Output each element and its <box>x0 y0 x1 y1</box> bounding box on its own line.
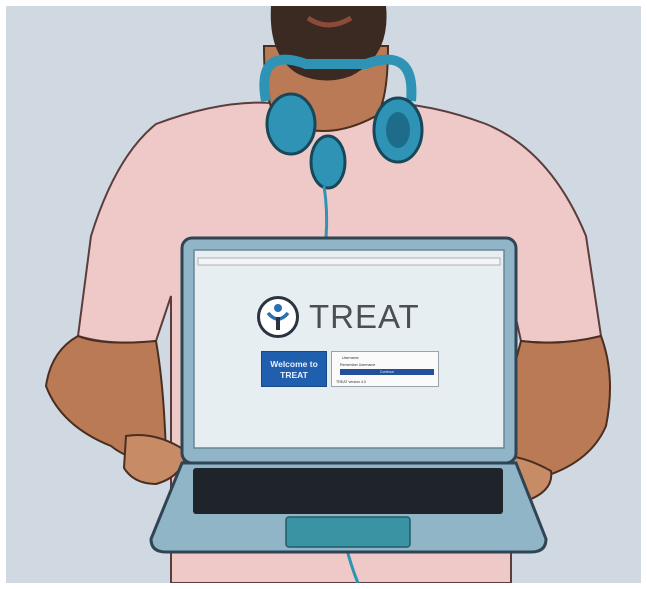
image-frame: TREAT Welcome to TREAT Username Remember… <box>0 0 647 589</box>
treat-logo: TREAT <box>257 296 420 338</box>
version-note: TREAT version 4.0 <box>336 380 367 384</box>
photo-scene: TREAT Welcome to TREAT Username Remember… <box>6 6 641 583</box>
logo-text: TREAT <box>309 298 420 335</box>
username-label[interactable]: Username <box>342 356 359 360</box>
headphone-left-cup <box>265 92 317 156</box>
headphone-center-cup <box>309 134 347 190</box>
laptop-screen: TREAT Welcome to TREAT Username Remember… <box>199 258 500 448</box>
welcome-line-2: TREAT <box>280 370 308 380</box>
login-form: Username Remember Username Continue TREA… <box>331 351 439 387</box>
trackpad <box>285 516 411 548</box>
continue-button[interactable]: Continue <box>340 369 434 375</box>
person-icon <box>257 296 299 338</box>
remember-username-checkbox[interactable]: Remember Username <box>340 363 375 367</box>
keyboard <box>193 468 503 514</box>
welcome-banner: Welcome to TREAT <box>261 351 327 387</box>
welcome-line-1: Welcome to <box>270 359 318 369</box>
